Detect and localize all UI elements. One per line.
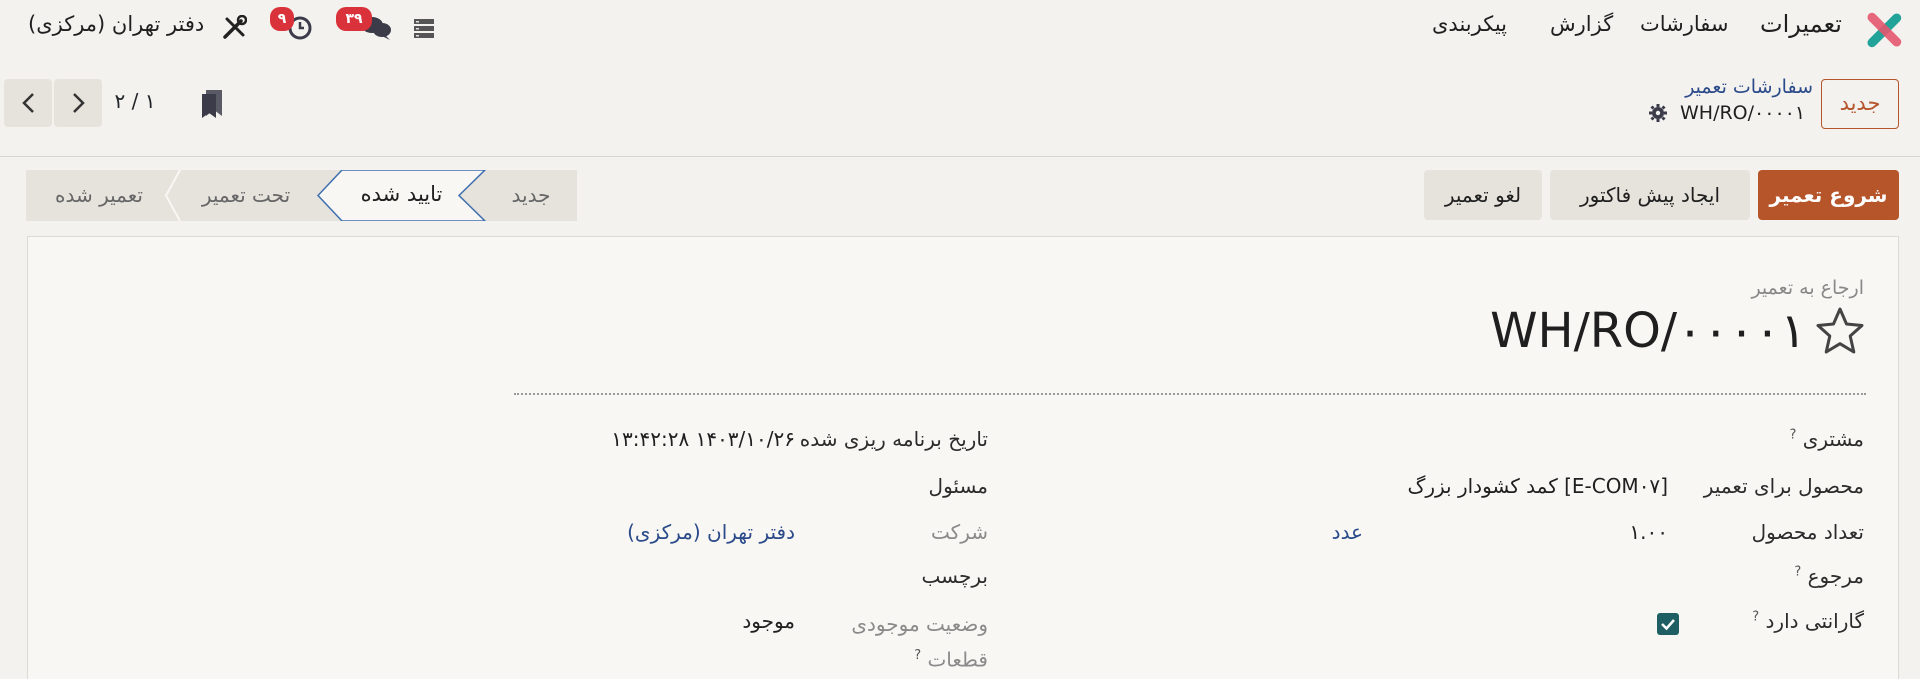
- pager-value[interactable]: ۱ / ۲: [105, 89, 165, 113]
- app-logo-icon[interactable]: [1866, 12, 1902, 48]
- company-label: شرکت: [931, 520, 988, 544]
- form-subtitle: ارجاع به تعمیر: [1751, 277, 1864, 299]
- stage-confirmed[interactable]: تایید شده: [344, 182, 459, 206]
- start-repair-button[interactable]: شروع تعمیر: [1758, 170, 1899, 220]
- warranty-label: گارانتی دارد ?: [1752, 609, 1864, 633]
- stage-under-repair[interactable]: تحت تعمیر: [186, 183, 306, 207]
- create-quotation-button[interactable]: ایجاد پیش فاکتور: [1550, 170, 1750, 220]
- record-name: WH/RO/۰۰۰۰۱: [1680, 102, 1806, 124]
- customer-label: مشتری ?: [1789, 427, 1864, 451]
- tools-icon[interactable]: [221, 14, 248, 41]
- quantity-uom[interactable]: عدد: [1332, 520, 1363, 544]
- new-button[interactable]: جدید: [1821, 79, 1899, 129]
- status-bar: جدید تایید شده تحت تعمیر تعمیر شده: [26, 170, 577, 221]
- stage-repaired[interactable]: تعمیر شده: [34, 183, 164, 207]
- record-title[interactable]: WH/RO/۰۰۰۰۱: [1490, 303, 1806, 359]
- stage-new[interactable]: جدید: [496, 183, 566, 207]
- company-value[interactable]: دفتر تهران (مرکزی): [627, 520, 795, 544]
- responsible-label: مسئول: [928, 474, 988, 498]
- help-icon: ?: [1789, 427, 1797, 443]
- gear-icon[interactable]: [1648, 103, 1668, 123]
- scheduled-date-value[interactable]: ۱۴۰۳/۱۰/۲۶ ۱۳:۴۲:۲۸: [611, 427, 795, 451]
- messages-count-badge: ۳۹: [336, 7, 372, 31]
- warranty-checkbox[interactable]: [1657, 613, 1679, 635]
- database-icon[interactable]: [413, 17, 435, 39]
- bookmark-icon[interactable]: [200, 88, 224, 120]
- return-label: مرجوع ?: [1794, 564, 1864, 588]
- company-switcher[interactable]: دفتر تهران (مرکزی): [28, 12, 204, 36]
- pager-prev-button[interactable]: [4, 79, 52, 127]
- control-panel-divider: [0, 156, 1920, 157]
- menu-configuration[interactable]: پیکربندی: [1432, 12, 1507, 36]
- title-dotted-line: [514, 393, 1866, 395]
- parts-status-value: موجود: [742, 609, 795, 633]
- menu-reporting[interactable]: گزارش: [1550, 12, 1613, 36]
- favorite-star-icon[interactable]: [1814, 305, 1866, 357]
- breadcrumb-parent[interactable]: سفارشات تعمیر: [1680, 76, 1813, 98]
- product-value[interactable]: [E-COM۰۷] کمد کشودار بزرگ: [1407, 474, 1668, 498]
- menu-orders[interactable]: سفارشات: [1640, 12, 1729, 36]
- scheduled-date-label: تاریخ برنامه ریزی شده: [799, 427, 988, 451]
- quantity-label: تعداد محصول: [1751, 520, 1864, 544]
- tag-label: برچسب: [921, 564, 988, 588]
- top-navbar: تعمیرات سفارشات گزارش پیکربندی ۳۹ ۹ دفتر…: [0, 0, 1920, 56]
- cancel-repair-button[interactable]: لغو تعمیر: [1424, 170, 1542, 220]
- product-label: محصول برای تعمیر: [1703, 474, 1864, 498]
- form-sheet: ارجاع به تعمیر WH/RO/۰۰۰۰۱ مشتری ? محصول…: [27, 236, 1899, 679]
- parts-status-label: وضعیت موجودی قطعات ?: [851, 612, 988, 672]
- quantity-value[interactable]: ۱.۰۰: [1629, 520, 1668, 544]
- pager-next-button[interactable]: [54, 79, 102, 127]
- activities-count-badge: ۹: [270, 7, 294, 31]
- app-name[interactable]: تعمیرات: [1760, 10, 1842, 38]
